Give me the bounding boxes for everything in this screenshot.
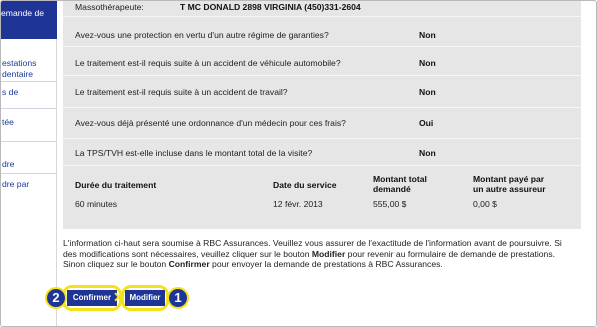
answer-other-coverage: Non (419, 30, 436, 40)
sidebar-item-label: s de (2, 87, 19, 97)
massotherapist-label: Massothérapeute: (75, 2, 144, 12)
row-divider (63, 16, 581, 17)
header-total-amount: Montant total demandé (373, 174, 427, 194)
cell-total-amount: 555,00 $ (373, 199, 407, 209)
answer-tax-included: Non (419, 148, 436, 158)
question-tax-included: La TPS/TVH est-elle incluse dans le mont… (75, 148, 313, 158)
question-vehicle-accident: Le traitement est-il requis suite à un a… (75, 58, 341, 68)
sidebar-item-label: tée (2, 117, 14, 127)
row-divider (63, 138, 581, 139)
header-other-insurer-line1: Montant payé par (473, 174, 545, 184)
header-service-date: Date du service (273, 180, 337, 190)
sidebar-item-2[interactable]: s de (2, 87, 18, 98)
answer-vehicle-accident: Non (419, 58, 436, 68)
sidebar-item-label: estations (2, 58, 37, 68)
question-work-accident: Le traitement est-il requis suite à un a… (75, 87, 288, 97)
step-2-badge: 2 (45, 287, 67, 309)
header-total-amount-line1: Montant total (373, 174, 427, 184)
sidebar-item-5[interactable]: dre par (2, 179, 29, 190)
question-prescription: Avez-vous déjà présenté une ordonnance d… (75, 118, 346, 128)
cell-other-insurer: 0,00 $ (473, 199, 497, 209)
instructions-confirm-ref: Confirmer (168, 259, 210, 269)
confirmation-instructions: L'information ci-haut sera soumise à RBC… (63, 238, 568, 270)
question-other-coverage: Avez-vous une protection en vertu d'un a… (75, 30, 329, 40)
row-divider (63, 46, 581, 47)
sidebar-item-prestations[interactable]: estations dentaire (2, 58, 36, 80)
step-1-badge: 1 (167, 287, 189, 309)
answer-prescription: Oui (419, 118, 434, 128)
sidebar-item-label: dre par (2, 179, 30, 189)
cell-service-date: 12 févr. 2013 (273, 199, 323, 209)
sidebar-item-4[interactable]: dre (2, 159, 14, 170)
sidebar: emande de estations dentaire s de tée dr… (1, 1, 57, 326)
cross-marker-icon: ✕ (113, 289, 125, 305)
claim-summary-panel: Massothérapeute: T MC DONALD 2898 VIRGIN… (63, 1, 581, 229)
sidebar-divider (1, 141, 56, 142)
answer-work-accident: Non (419, 87, 436, 97)
header-total-amount-line2: demandé (373, 184, 411, 194)
row-divider (63, 107, 581, 108)
sidebar-divider (1, 173, 56, 174)
header-other-insurer: Montant payé par un autre assureur (473, 174, 546, 194)
cell-duration: 60 minutes (75, 199, 118, 209)
sidebar-item-label: dre (2, 159, 15, 169)
header-other-insurer-line2: un autre assureur (473, 184, 546, 194)
sidebar-item-3[interactable]: tée (2, 117, 14, 128)
row-divider (63, 75, 581, 76)
row-divider (63, 165, 581, 166)
header-duration: Durée du traitement (75, 180, 157, 190)
app-window: emande de estations dentaire s de tée dr… (0, 0, 597, 327)
sidebar-item-label: dentaire (2, 69, 34, 79)
sidebar-header-label: emande de (1, 8, 45, 18)
massotherapist-value: T MC DONALD 2898 VIRGINIA (450)331-2604 (180, 2, 361, 12)
confirm-button[interactable]: Confirmer (67, 290, 117, 306)
sidebar-header[interactable]: emande de (1, 1, 57, 39)
instructions-text: pour envoyer la demande de prestations à… (209, 259, 443, 269)
instructions-modify-ref: Modifier (311, 248, 346, 259)
sidebar-divider (1, 81, 56, 82)
modify-button[interactable]: Modifier (125, 290, 165, 306)
sidebar-divider (1, 108, 56, 109)
